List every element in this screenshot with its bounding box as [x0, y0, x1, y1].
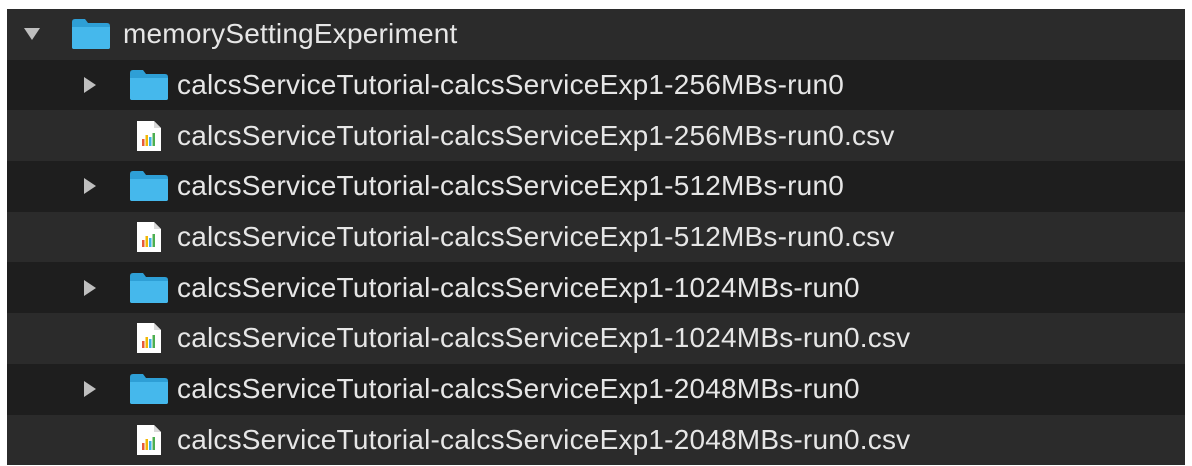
- item-name: calcsServiceTutorial-calcsServiceExp1-20…: [177, 423, 911, 455]
- item-name: calcsServiceTutorial-calcsServiceExp1-51…: [177, 170, 844, 202]
- folder-icon: [129, 372, 169, 406]
- folder-icon: [129, 169, 169, 203]
- disclosure-triangle-right-icon[interactable]: [78, 377, 102, 401]
- list-item-file[interactable]: calcsServiceTutorial-calcsServiceExp1-10…: [7, 313, 1185, 364]
- item-name: calcsServiceTutorial-calcsServiceExp1-20…: [177, 373, 860, 405]
- csv-file-icon: [129, 119, 169, 153]
- list-item-file[interactable]: calcsServiceTutorial-calcsServiceExp1-51…: [7, 211, 1185, 263]
- folder-icon: [129, 271, 169, 305]
- list-item-folder[interactable]: calcsServiceTutorial-calcsServiceExp1-10…: [7, 262, 1185, 314]
- item-name: calcsServiceTutorial-calcsServiceExp1-10…: [177, 271, 860, 303]
- item-name: calcsServiceTutorial-calcsServiceExp1-25…: [177, 69, 844, 101]
- disclosure-triangle-right-icon[interactable]: [78, 276, 102, 300]
- list-item-folder[interactable]: calcsServiceTutorial-calcsServiceExp1-51…: [7, 161, 1185, 212]
- csv-file-icon: [129, 220, 169, 254]
- item-name: calcsServiceTutorial-calcsServiceExp1-51…: [177, 221, 895, 253]
- disclosure-triangle-down-icon[interactable]: [20, 22, 44, 46]
- finder-list-view: memorySettingExperiment calcsServiceTuto…: [7, 9, 1185, 466]
- disclosure-triangle-right-icon[interactable]: [78, 73, 102, 97]
- folder-icon: [129, 68, 169, 102]
- list-item-file[interactable]: calcsServiceTutorial-calcsServiceExp1-20…: [7, 414, 1185, 466]
- list-item-file[interactable]: calcsServiceTutorial-calcsServiceExp1-25…: [7, 110, 1185, 162]
- disclosure-triangle-right-icon[interactable]: [78, 174, 102, 198]
- item-name: memorySettingExperiment: [123, 18, 458, 50]
- item-name: calcsServiceTutorial-calcsServiceExp1-10…: [177, 322, 911, 354]
- list-item-folder[interactable]: calcsServiceTutorial-calcsServiceExp1-20…: [7, 363, 1185, 415]
- folder-icon: [71, 17, 111, 51]
- list-item-root-folder[interactable]: memorySettingExperiment: [7, 9, 1185, 60]
- csv-file-icon: [129, 321, 169, 355]
- item-name: calcsServiceTutorial-calcsServiceExp1-25…: [177, 119, 895, 151]
- csv-file-icon: [129, 423, 169, 457]
- list-item-folder[interactable]: calcsServiceTutorial-calcsServiceExp1-25…: [7, 59, 1185, 111]
